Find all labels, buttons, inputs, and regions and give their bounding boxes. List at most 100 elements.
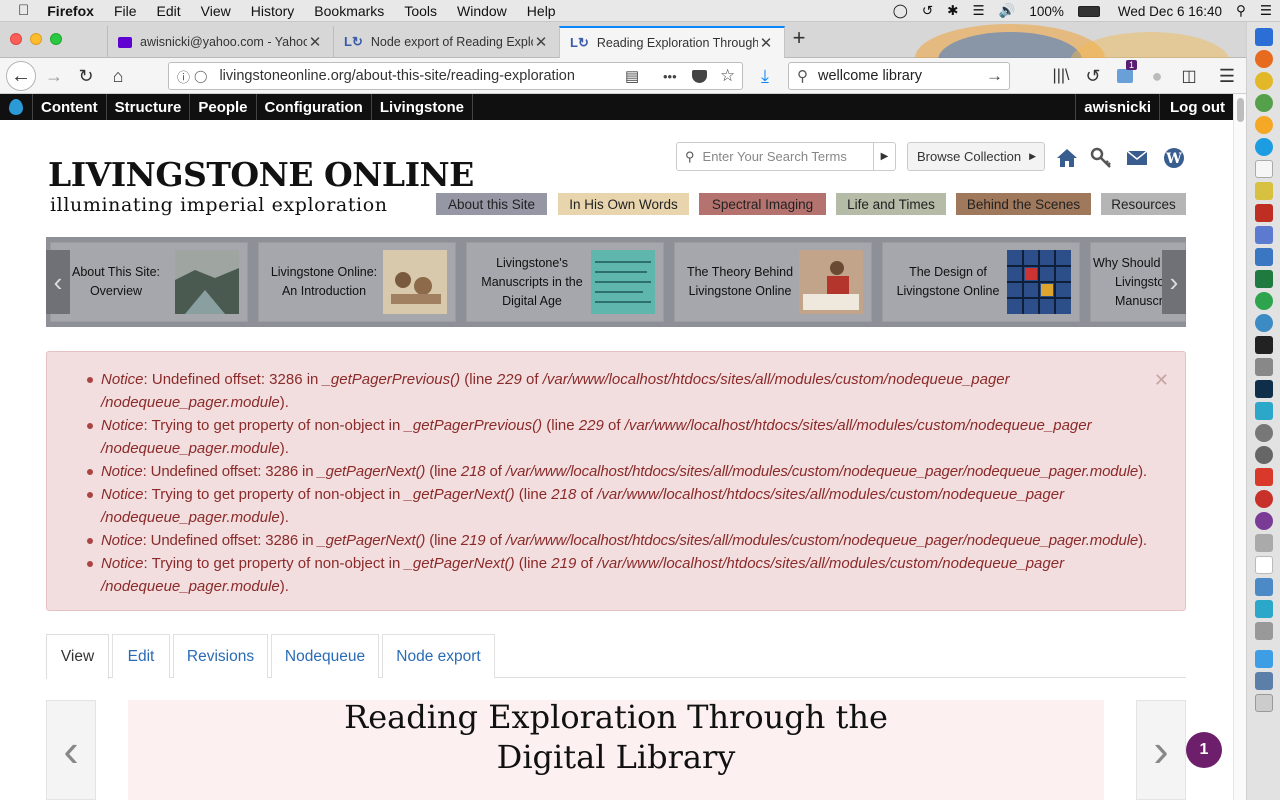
cyberduck-dock-icon[interactable] xyxy=(1255,116,1273,134)
home-icon[interactable] xyxy=(1056,147,1078,169)
search-submit-button[interactable]: ▶ xyxy=(873,143,895,170)
carousel-next-button[interactable]: › xyxy=(1162,250,1186,314)
tab-nodequeue[interactable]: Nodequeue xyxy=(271,634,379,678)
drupal-logo-icon[interactable] xyxy=(9,99,23,115)
window-zoom-button[interactable] xyxy=(50,33,62,45)
github-dock-icon[interactable] xyxy=(1255,512,1273,530)
folder-dock-icon[interactable] xyxy=(1255,650,1273,668)
window-minimize-button[interactable] xyxy=(30,33,42,45)
nav-about-this-site[interactable]: About this Site xyxy=(436,193,547,215)
search-bar[interactable]: ⚲ wellcome library → xyxy=(788,62,1010,90)
terminal-dock-icon[interactable] xyxy=(1255,336,1273,354)
site-title[interactable]: LIVINGSTONE ONLINE xyxy=(48,155,474,194)
apple-icon[interactable]:  xyxy=(18,2,29,19)
sourcetree-dock-icon[interactable] xyxy=(1255,402,1273,420)
menu-window[interactable]: Window xyxy=(457,3,507,19)
trash-dock-icon[interactable] xyxy=(1255,694,1273,712)
tab-edit[interactable]: Edit xyxy=(112,634,170,678)
sync-dock-icon[interactable] xyxy=(1255,292,1273,310)
shield-status-icon[interactable]: ◯ xyxy=(893,3,908,19)
search-input[interactable]: wellcome library xyxy=(818,68,922,84)
spotlight-icon[interactable]: ⚲ xyxy=(1236,3,1246,19)
clock[interactable]: Wed Dec 6 16:40 xyxy=(1118,4,1222,19)
menu-tools[interactable]: Tools xyxy=(404,3,437,19)
tab-revisions[interactable]: Revisions xyxy=(173,634,268,678)
nav-life-and-times[interactable]: Life and Times xyxy=(836,193,946,215)
nav-resources[interactable]: Resources xyxy=(1101,193,1186,215)
carousel-prev-button[interactable]: ‹ xyxy=(46,250,70,314)
downloads-dock-icon[interactable] xyxy=(1255,672,1273,690)
carousel-card-introduction[interactable]: Livingstone Online: An Introduction xyxy=(258,242,456,322)
site-search-input[interactable]: Enter Your Search Terms xyxy=(703,149,847,164)
hamburger-menu-icon[interactable]: ☰ xyxy=(1216,64,1238,88)
textedit-dock-icon[interactable] xyxy=(1255,160,1273,178)
admin-livingstone-link[interactable]: Livingstone xyxy=(372,94,474,120)
carousel-card-theory[interactable]: The Theory Behind Livingstone Online xyxy=(674,242,872,322)
preview-dock-icon[interactable] xyxy=(1255,578,1273,596)
extension-grey-icon[interactable]: ● xyxy=(1146,64,1168,88)
scrollbar-thumb[interactable] xyxy=(1237,98,1244,122)
next-page-button[interactable]: › xyxy=(1136,700,1186,800)
back-button-icon[interactable]: ← xyxy=(6,61,36,91)
menu-view[interactable]: View xyxy=(201,3,231,19)
admin-structure-link[interactable]: Structure xyxy=(107,94,191,120)
search-go-icon[interactable]: → xyxy=(986,66,1003,86)
wordpress-icon[interactable]: W xyxy=(1163,147,1185,169)
menu-bookmarks[interactable]: Bookmarks xyxy=(314,3,384,19)
tab-close-icon[interactable]: ✕ xyxy=(758,34,774,52)
chrome-canary-dock-icon[interactable] xyxy=(1255,94,1273,112)
tab-reading-exploration[interactable]: L↻ Reading Exploration Through the Digit… xyxy=(559,26,785,58)
nav-in-his-own-words[interactable]: In His Own Words xyxy=(558,193,689,215)
excel-dock-icon[interactable] xyxy=(1255,270,1273,288)
page-scrollbar[interactable] xyxy=(1233,94,1246,800)
menu-app-firefox[interactable]: Firefox xyxy=(47,3,94,19)
firefox-dock-icon[interactable] xyxy=(1255,50,1273,68)
pocket-icon[interactable] xyxy=(692,69,707,83)
word-dock-icon[interactable] xyxy=(1255,248,1273,266)
app-dock-icon[interactable] xyxy=(1255,600,1273,618)
menu-edit[interactable]: Edit xyxy=(157,3,181,19)
menu-history[interactable]: History xyxy=(251,3,295,19)
bookmark-star-icon[interactable]: ☆ xyxy=(720,66,735,86)
notification-badge[interactable]: 1 xyxy=(1186,732,1222,768)
home-button-icon[interactable]: ⌂ xyxy=(106,64,130,88)
url-bar[interactable]: ⓘ ◯ livingstoneonline.org/about-this-sit… xyxy=(168,62,743,90)
admin-configuration-link[interactable]: Configuration xyxy=(257,94,372,120)
logout-link[interactable]: Log out xyxy=(1162,94,1233,120)
library-icon[interactable]: |||\ xyxy=(1050,64,1072,88)
wifi-icon[interactable]: ☰ xyxy=(972,3,984,19)
envelope-icon[interactable] xyxy=(1126,147,1148,169)
new-tab-plus-icon[interactable]: + xyxy=(787,25,811,50)
nav-spectral-imaging[interactable]: Spectral Imaging xyxy=(699,193,826,215)
reload-button-icon[interactable]: ↻ xyxy=(74,64,98,88)
ftp-app-dock-icon[interactable] xyxy=(1255,182,1273,200)
browse-collection-button[interactable]: Browse Collection ▶ xyxy=(907,142,1045,171)
tab-node-export[interactable]: L↻ Node export of Reading Exploration ✕ xyxy=(333,26,559,58)
volume-icon[interactable]: 🔊 xyxy=(999,3,1016,19)
nav-behind-the-scenes[interactable]: Behind the Scenes xyxy=(956,193,1091,215)
menu-help[interactable]: Help xyxy=(527,3,556,19)
tab-node-export[interactable]: Node export xyxy=(382,634,495,678)
carousel-card-overview[interactable]: About This Site: Overview xyxy=(50,242,248,322)
photoshop-dock-icon[interactable] xyxy=(1255,380,1273,398)
scanner-dock-icon[interactable] xyxy=(1255,622,1273,640)
x-app-dock-icon[interactable] xyxy=(1255,226,1273,244)
finder-dock-icon[interactable] xyxy=(1255,28,1273,46)
admin-user-link[interactable]: awisnicki xyxy=(1075,94,1160,120)
tab-close-icon[interactable]: ✕ xyxy=(307,33,323,51)
history-icon[interactable]: ↺ xyxy=(1082,64,1104,88)
downloads-icon[interactable]: ⤓ xyxy=(754,64,776,88)
camera-dock-icon[interactable] xyxy=(1255,424,1273,442)
previous-page-button[interactable]: ‹ xyxy=(46,700,96,800)
tab-close-icon[interactable]: ✕ xyxy=(533,33,549,51)
battery-icon[interactable] xyxy=(1077,5,1100,17)
tab-yahoo-mail[interactable]: awisnicki@yahoo.com - Yahoo Mail ✕ xyxy=(107,26,333,58)
screenshot-dock-icon[interactable] xyxy=(1255,468,1273,486)
notes-dock-icon[interactable] xyxy=(1255,534,1273,552)
calendar-dock-icon[interactable] xyxy=(1255,556,1273,574)
time-machine-icon[interactable]: ↺ xyxy=(922,3,933,19)
bluetooth-icon[interactable]: ✱ xyxy=(947,3,958,19)
filezilla-dock-icon[interactable] xyxy=(1255,204,1273,222)
reader-view-icon[interactable]: ▤ xyxy=(625,67,639,85)
skype-dock-icon[interactable] xyxy=(1255,138,1273,156)
